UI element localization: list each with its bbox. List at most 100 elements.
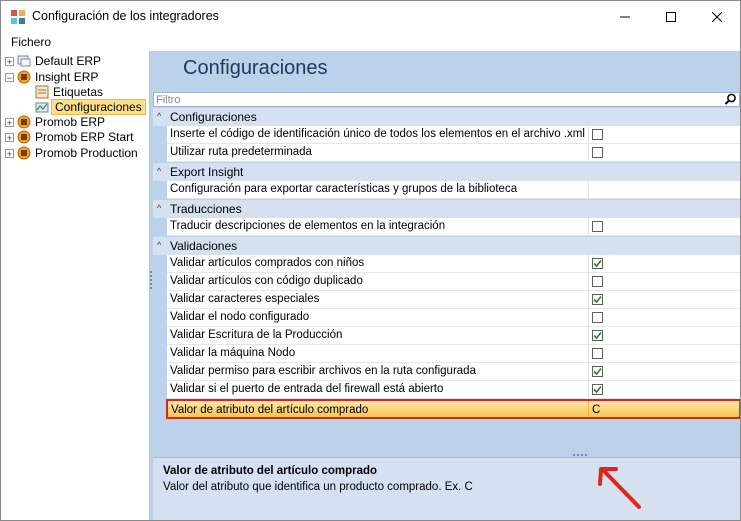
tree-item-promob-production[interactable]: + Promob Production — [5, 145, 140, 161]
property-label: Valor de atributo del artículo comprado — [171, 404, 369, 416]
content-area: + Default ERP − Insight ERP Etiquetas Co… — [1, 51, 740, 520]
property-value[interactable]: C — [592, 404, 600, 416]
property-row[interactable]: Validar la máquina Nodo — [167, 345, 740, 363]
property-label: Utilizar ruta predeterminada — [170, 146, 312, 158]
checkmark-icon — [593, 367, 602, 376]
checkmark-icon — [593, 385, 602, 394]
maximize-button[interactable] — [648, 1, 694, 32]
column-divider — [588, 291, 589, 309]
checkbox-checked[interactable] — [592, 294, 603, 305]
expand-icon[interactable]: + — [5, 148, 14, 158]
property-label: Validar caracteres especiales — [170, 293, 320, 305]
filter-box — [153, 92, 740, 107]
expand-icon[interactable]: + — [5, 132, 14, 142]
tree-item-label: Etiquetas — [53, 85, 104, 99]
expand-icon[interactable]: + — [5, 117, 14, 127]
category-export-insight[interactable]: ^ Export Insight — [153, 163, 740, 181]
menu-bar: Fichero — [1, 32, 740, 51]
minimize-button[interactable] — [602, 1, 648, 32]
tree-item-label: Default ERP — [35, 54, 102, 68]
promob-icon — [17, 115, 31, 129]
chevron-up-icon[interactable]: ^ — [157, 240, 161, 250]
column-divider — [588, 126, 589, 144]
checkbox-checked[interactable] — [592, 258, 603, 269]
tree-item-label: Promob ERP Start — [35, 130, 134, 144]
property-label: Traducir descripciones de elementos en l… — [170, 220, 446, 232]
column-divider — [588, 309, 589, 327]
description-panel: Valor de atributo del artículo comprado … — [153, 457, 740, 520]
collapse-icon[interactable]: − — [5, 72, 14, 82]
checkmark-icon — [593, 295, 602, 304]
property-row-selected[interactable]: Valor de atributo del artículo comprado … — [166, 399, 740, 419]
tree-item-default-erp[interactable]: + Default ERP — [5, 53, 103, 69]
property-row[interactable]: Validar artículos con código duplicado — [167, 273, 740, 291]
checkbox[interactable] — [592, 147, 603, 158]
tree-item-label: Promob Production — [35, 146, 138, 160]
category-label: Export Insight — [170, 165, 244, 179]
property-label: Validar artículos comprados con niños — [170, 257, 365, 269]
tree-item-promob-erp[interactable]: + Promob ERP — [5, 114, 107, 130]
property-row[interactable]: Validar artículos comprados con niños — [167, 255, 740, 273]
labels-icon — [35, 85, 49, 99]
property-label: Validar permiso para escribir archivos e… — [170, 365, 476, 377]
checkbox-checked[interactable] — [592, 384, 603, 395]
property-label: Configuración para exportar característi… — [170, 183, 518, 195]
checkbox[interactable] — [592, 348, 603, 359]
close-button[interactable] — [694, 1, 740, 32]
property-row[interactable]: Validar permiso para escribir archivos e… — [167, 363, 740, 381]
promob-icon — [17, 130, 31, 144]
category-traducciones[interactable]: ^ Traducciones — [153, 200, 740, 218]
checkbox-checked[interactable] — [592, 330, 603, 341]
property-row[interactable]: Validar Escritura de la Producción — [167, 327, 740, 345]
expand-icon[interactable]: + — [5, 56, 14, 66]
property-row[interactable]: Inserte el código de identificación únic… — [167, 126, 740, 144]
category-configuraciones[interactable]: ^ Configuraciones — [153, 108, 740, 126]
property-row[interactable]: Validar el nodo configurado — [167, 309, 740, 327]
checkbox[interactable] — [592, 129, 603, 140]
property-label: Validar si el puerto de entrada del fire… — [170, 383, 444, 395]
menu-file[interactable]: Fichero — [11, 35, 51, 49]
property-row[interactable]: Configuración para exportar característi… — [167, 181, 740, 199]
column-divider — [588, 345, 589, 363]
property-row[interactable]: Validar si el puerto de entrada del fire… — [167, 381, 740, 399]
search-icon[interactable] — [724, 93, 737, 106]
tree-item-insight-erp[interactable]: − Insight ERP — [5, 69, 100, 85]
close-icon — [712, 11, 722, 22]
column-divider — [588, 381, 589, 399]
property-row[interactable]: Utilizar ruta predeterminada — [167, 144, 740, 162]
description-splitter[interactable] — [573, 454, 587, 456]
tree-item-configuraciones[interactable]: Configuraciones — [32, 99, 146, 115]
app-icon — [11, 10, 25, 24]
chevron-up-icon[interactable]: ^ — [157, 111, 161, 121]
checkbox[interactable] — [592, 312, 603, 323]
description-text: Valor del atributo que identifica un pro… — [163, 481, 473, 493]
settings-icon — [35, 102, 49, 113]
main-window: Configuración de los integradores Ficher… — [0, 0, 741, 521]
checkbox-checked[interactable] — [592, 366, 603, 377]
property-row[interactable]: Validar caracteres especiales — [167, 291, 740, 309]
tree-item-label: Configuraciones — [51, 99, 146, 115]
column-divider — [588, 327, 589, 345]
checkmark-icon — [593, 259, 602, 268]
filter-input[interactable] — [156, 93, 716, 106]
window-title: Configuración de los integradores — [32, 9, 219, 23]
property-label: Validar artículos con código duplicado — [170, 275, 363, 287]
checkbox[interactable] — [592, 276, 603, 287]
tree-item-etiquetas[interactable]: Etiquetas — [32, 84, 105, 100]
column-divider — [588, 144, 589, 162]
minimize-icon — [620, 16, 630, 17]
column-divider — [588, 401, 589, 417]
integrator-icon — [17, 55, 31, 67]
category-validaciones[interactable]: ^ Validaciones — [153, 237, 740, 255]
tree-item-promob-erp-start[interactable]: + Promob ERP Start — [5, 129, 135, 145]
property-label: Validar el nodo configurado — [170, 311, 310, 323]
property-label: Validar la máquina Nodo — [170, 347, 296, 359]
checkbox[interactable] — [592, 221, 603, 232]
chevron-up-icon[interactable]: ^ — [157, 203, 161, 213]
chevron-up-icon[interactable]: ^ — [157, 166, 161, 176]
settings-panel: Configuraciones ^ Configuraciones Insert… — [153, 51, 740, 520]
title-bar: Configuración de los integradores — [1, 1, 740, 32]
property-row[interactable]: Traducir descripciones de elementos en l… — [167, 218, 740, 236]
panel-splitter[interactable] — [150, 271, 152, 291]
column-divider — [588, 255, 589, 273]
